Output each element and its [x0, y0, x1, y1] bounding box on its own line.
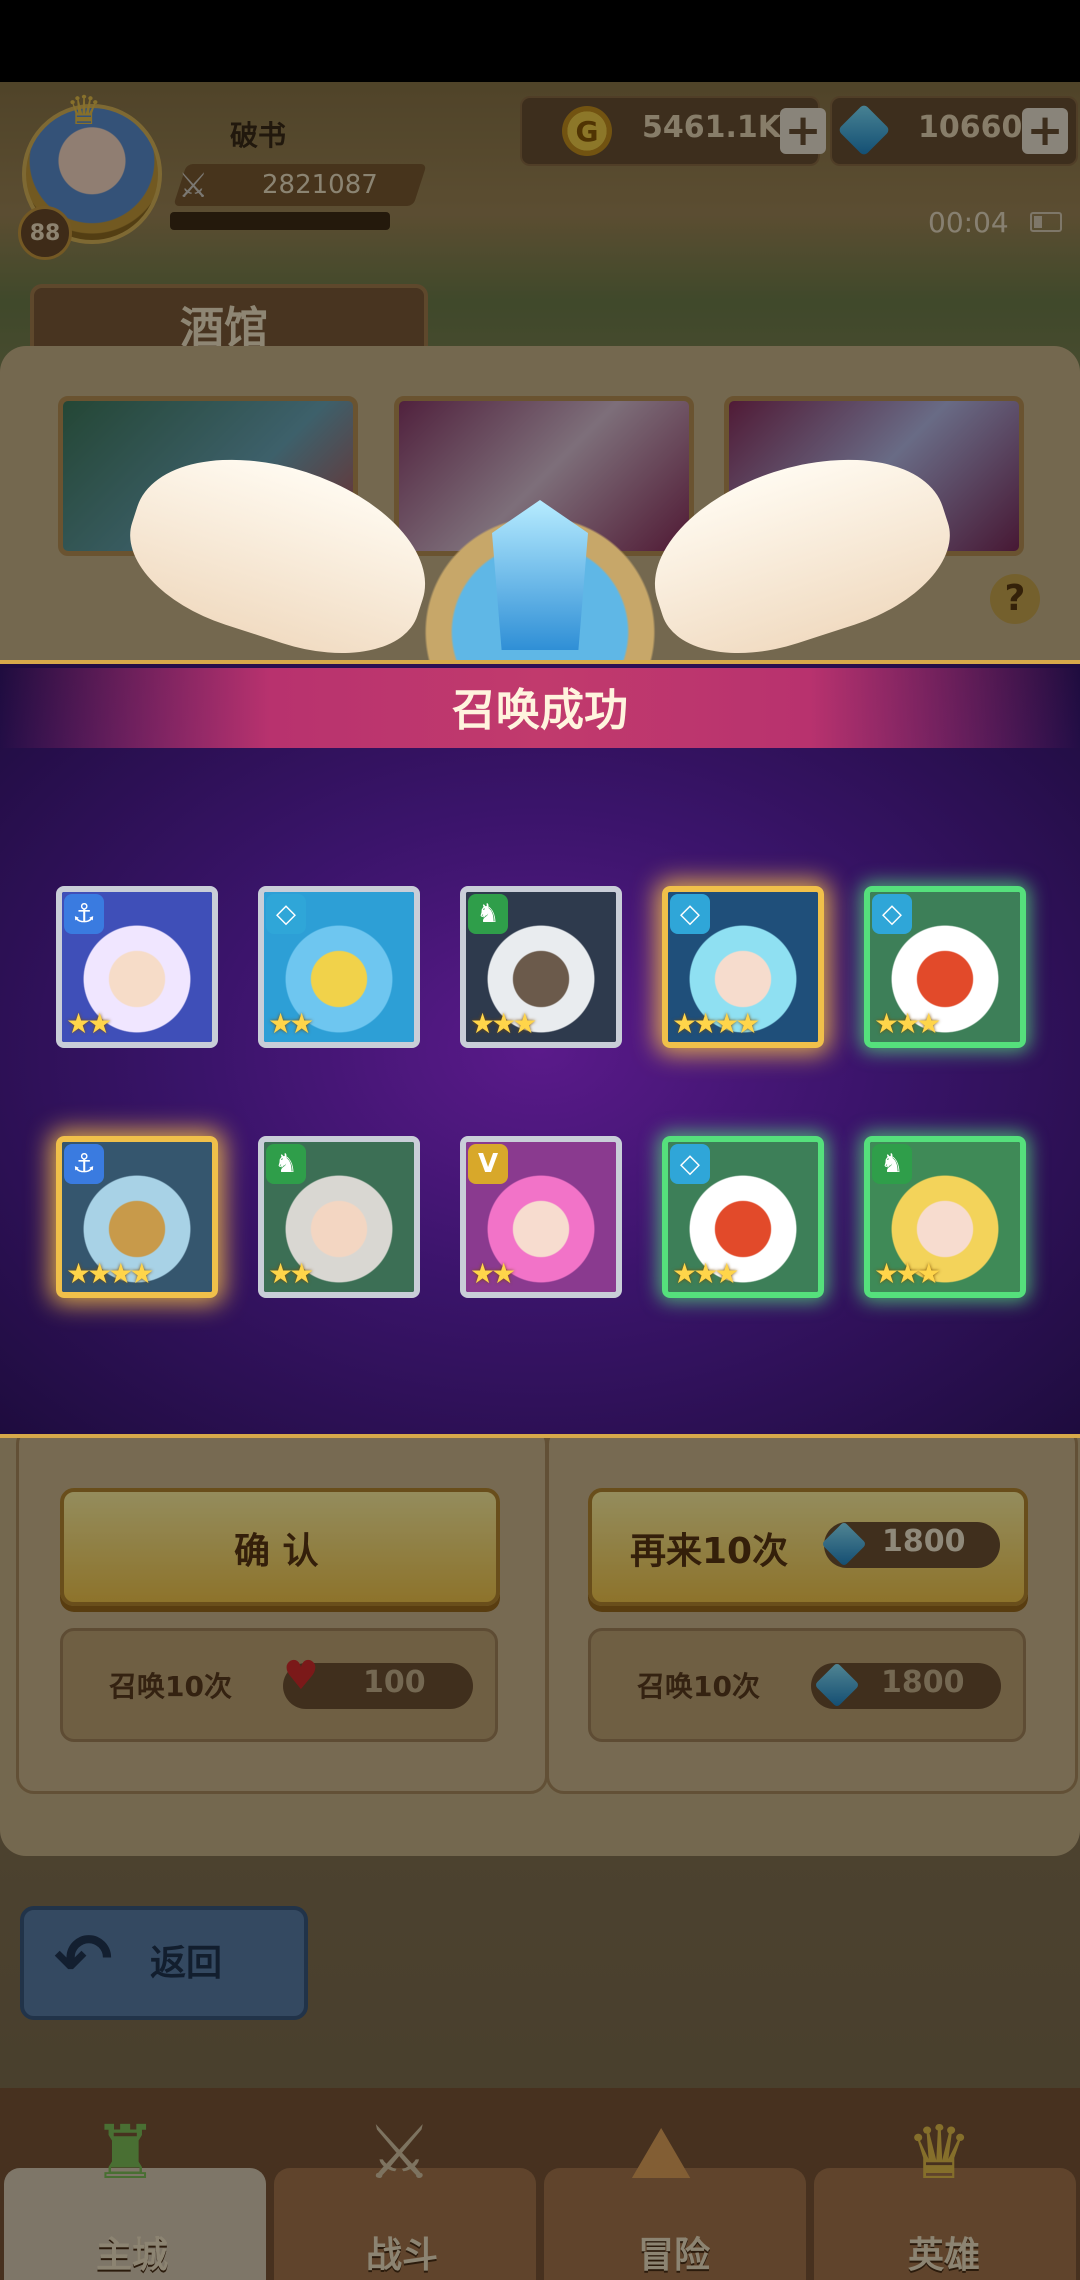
star-rating: ★★ — [268, 1257, 314, 1290]
star-rating: ★★ — [66, 1007, 112, 1040]
hero-card-silver-boy-hero[interactable]: ♞ ★★ — [258, 1136, 420, 1298]
star-rating: ★★ — [470, 1257, 516, 1290]
popup-title: 召唤成功 — [452, 685, 628, 736]
hero-card-blonde-elf-hero[interactable]: ♞ ★★★ — [864, 1136, 1026, 1298]
status-bar — [0, 0, 1080, 82]
guard-class-icon: ◇ — [266, 894, 306, 934]
hero-card-masked-redhead-hero-2[interactable]: ◇ ★★★ — [662, 1136, 824, 1298]
star-rating: ★★★★ — [672, 1007, 760, 1040]
summon-result-popup — [0, 660, 1080, 1438]
hero-card-masked-redhead-hero[interactable]: ◇ ★★★ — [864, 886, 1026, 1048]
star-rating: ★★★ — [874, 1007, 941, 1040]
guard-class-icon: ◇ — [670, 894, 710, 934]
guard-class-icon: ◇ — [872, 894, 912, 934]
anchor-class-icon: ⚓ — [64, 1144, 104, 1184]
beast-class-icon: ♞ — [266, 1144, 306, 1184]
v-class-icon: V — [468, 1144, 508, 1184]
star-rating: ★★ — [268, 1007, 314, 1040]
star-rating: ★★★ — [874, 1257, 941, 1290]
hero-card-white-hair-hero[interactable]: ♞ ★★★ — [460, 886, 622, 1048]
anchor-class-icon: ⚓ — [64, 894, 104, 934]
hero-card-blindfold-hero[interactable]: ⚓ ★★★★ — [56, 1136, 218, 1298]
beast-class-icon: ♞ — [468, 894, 508, 934]
hero-card-miku-hero[interactable]: ◇ ★★★★ — [662, 886, 824, 1048]
star-rating: ★★★ — [470, 1007, 537, 1040]
game-screen: ♛ 88 破书 ⚔ 2821087 G 5461.1K + 10660 + 00… — [0, 0, 1080, 2280]
hero-card-witch-hero[interactable]: ⚓ ★★ — [56, 886, 218, 1048]
star-rating: ★★★★ — [66, 1257, 154, 1290]
beast-class-icon: ♞ — [872, 1144, 912, 1184]
guard-class-icon: ◇ — [670, 1144, 710, 1184]
hero-card-pink-witch-hero[interactable]: V ★★ — [460, 1136, 622, 1298]
hero-card-blue-monster-hero[interactable]: ◇ ★★ — [258, 886, 420, 1048]
star-rating: ★★★ — [672, 1257, 739, 1290]
